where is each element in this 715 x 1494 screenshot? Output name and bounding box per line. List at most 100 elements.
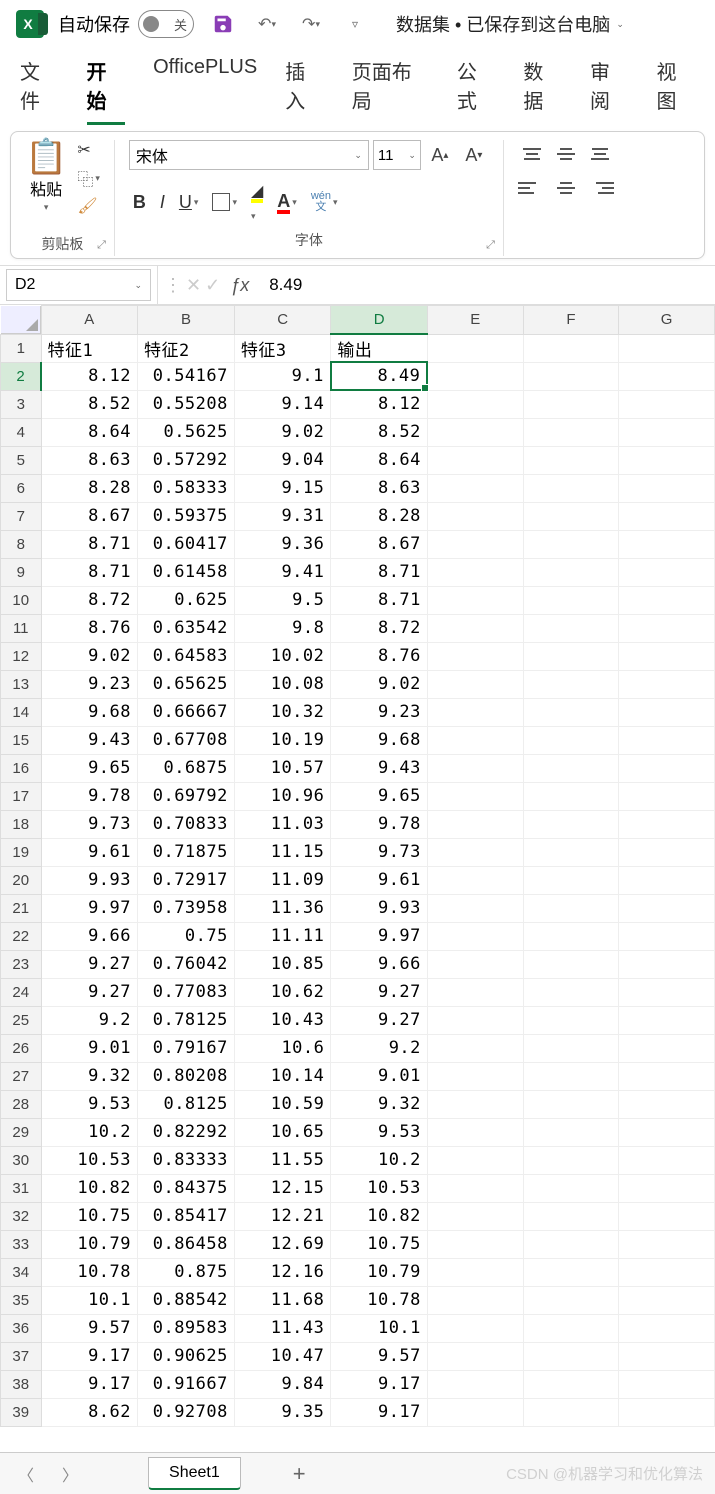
- cell[interactable]: [523, 1342, 619, 1370]
- cell[interactable]: [523, 1230, 619, 1258]
- col-header-C[interactable]: C: [234, 306, 331, 335]
- cell[interactable]: [523, 670, 619, 698]
- row-header-29[interactable]: 29: [1, 1118, 42, 1146]
- cell[interactable]: [523, 614, 619, 642]
- cell[interactable]: 0.80208: [138, 1062, 235, 1090]
- cell[interactable]: [523, 698, 619, 726]
- cell[interactable]: 0.79167: [138, 1034, 235, 1062]
- cell[interactable]: [427, 1146, 523, 1174]
- cell[interactable]: 8.76: [41, 614, 138, 642]
- cell[interactable]: [523, 1314, 619, 1342]
- cell[interactable]: 0.75: [138, 922, 235, 950]
- cell[interactable]: [619, 558, 715, 586]
- row-header-26[interactable]: 26: [1, 1034, 42, 1062]
- cell[interactable]: 11.55: [234, 1146, 331, 1174]
- cell[interactable]: 9.32: [41, 1062, 138, 1090]
- cell[interactable]: [619, 1258, 715, 1286]
- cell[interactable]: [427, 754, 523, 782]
- undo-button[interactable]: ↶ ▾: [252, 9, 282, 39]
- cell[interactable]: 11.09: [234, 866, 331, 894]
- cell[interactable]: 9.27: [331, 1006, 428, 1034]
- cell[interactable]: [523, 1118, 619, 1146]
- cell[interactable]: [619, 978, 715, 1006]
- cell[interactable]: 10.1: [331, 1314, 428, 1342]
- autosave-toggle[interactable]: 自动保存 关: [58, 10, 194, 38]
- cell[interactable]: 8.49: [331, 362, 428, 390]
- cell[interactable]: 8.71: [331, 586, 428, 614]
- cell[interactable]: [427, 1062, 523, 1090]
- align-center-button[interactable]: [552, 174, 580, 202]
- row-header-2[interactable]: 2: [1, 362, 42, 390]
- cell[interactable]: 0.63542: [138, 614, 235, 642]
- row-header-37[interactable]: 37: [1, 1342, 42, 1370]
- cell[interactable]: [619, 1090, 715, 1118]
- row-header-39[interactable]: 39: [1, 1398, 42, 1426]
- cell[interactable]: 11.68: [234, 1286, 331, 1314]
- cell[interactable]: [427, 978, 523, 1006]
- cell[interactable]: [523, 1146, 619, 1174]
- row-header-34[interactable]: 34: [1, 1258, 42, 1286]
- row-header-1[interactable]: 1: [1, 334, 42, 362]
- cell[interactable]: [619, 530, 715, 558]
- cell[interactable]: [619, 502, 715, 530]
- cell[interactable]: [619, 1118, 715, 1146]
- cell[interactable]: 0.60417: [138, 530, 235, 558]
- row-header-22[interactable]: 22: [1, 922, 42, 950]
- cell[interactable]: 9.04: [234, 446, 331, 474]
- row-header-20[interactable]: 20: [1, 866, 42, 894]
- formula-input[interactable]: 8.49: [255, 275, 715, 295]
- align-left-button[interactable]: [518, 174, 546, 202]
- cell[interactable]: 9.57: [331, 1342, 428, 1370]
- row-header-28[interactable]: 28: [1, 1090, 42, 1118]
- cell[interactable]: 9.01: [41, 1034, 138, 1062]
- cell[interactable]: 10.2: [331, 1146, 428, 1174]
- cell[interactable]: [523, 642, 619, 670]
- tab-数据[interactable]: 数据: [523, 56, 562, 125]
- cell[interactable]: [619, 838, 715, 866]
- align-top-button[interactable]: [518, 140, 546, 168]
- bold-button[interactable]: B: [133, 192, 146, 213]
- cell[interactable]: [427, 558, 523, 586]
- row-header-27[interactable]: 27: [1, 1062, 42, 1090]
- cell[interactable]: 0.92708: [138, 1398, 235, 1426]
- row-header-14[interactable]: 14: [1, 698, 42, 726]
- cell[interactable]: 10.08: [234, 670, 331, 698]
- cell[interactable]: 0.67708: [138, 726, 235, 754]
- cell[interactable]: 9.2: [41, 1006, 138, 1034]
- cell[interactable]: [427, 782, 523, 810]
- cell[interactable]: 9.93: [331, 894, 428, 922]
- font-name-select[interactable]: 宋体⌄: [129, 140, 369, 170]
- document-title[interactable]: 数据集 • 已保存到这台电脑 ⌄: [396, 11, 624, 37]
- cell[interactable]: [427, 922, 523, 950]
- cell[interactable]: 10.75: [331, 1230, 428, 1258]
- cell[interactable]: 0.8125: [138, 1090, 235, 1118]
- add-sheet-button[interactable]: +: [293, 1461, 306, 1487]
- cell[interactable]: [523, 1090, 619, 1118]
- cell[interactable]: 10.85: [234, 950, 331, 978]
- align-bottom-button[interactable]: [586, 140, 614, 168]
- cell[interactable]: 9.93: [41, 866, 138, 894]
- cell[interactable]: 10.79: [41, 1230, 138, 1258]
- cell[interactable]: 12.21: [234, 1202, 331, 1230]
- cell[interactable]: [619, 1034, 715, 1062]
- row-header-18[interactable]: 18: [1, 810, 42, 838]
- cell[interactable]: 9.43: [41, 726, 138, 754]
- align-middle-button[interactable]: [552, 140, 580, 168]
- cell[interactable]: [427, 894, 523, 922]
- cell[interactable]: [523, 1034, 619, 1062]
- cell[interactable]: [427, 530, 523, 558]
- row-header-19[interactable]: 19: [1, 838, 42, 866]
- cell[interactable]: 9.02: [331, 670, 428, 698]
- tab-文件[interactable]: 文件: [20, 56, 59, 125]
- cell[interactable]: 10.96: [234, 782, 331, 810]
- cell[interactable]: 8.76: [331, 642, 428, 670]
- cell[interactable]: [619, 1314, 715, 1342]
- phonetic-button[interactable]: wén文▾: [311, 191, 338, 213]
- cell[interactable]: 9.23: [41, 670, 138, 698]
- cell[interactable]: [619, 1286, 715, 1314]
- cell[interactable]: 0.875: [138, 1258, 235, 1286]
- cell[interactable]: 9.02: [234, 418, 331, 446]
- cell[interactable]: 8.52: [41, 390, 138, 418]
- cell[interactable]: 9.53: [331, 1118, 428, 1146]
- row-header-17[interactable]: 17: [1, 782, 42, 810]
